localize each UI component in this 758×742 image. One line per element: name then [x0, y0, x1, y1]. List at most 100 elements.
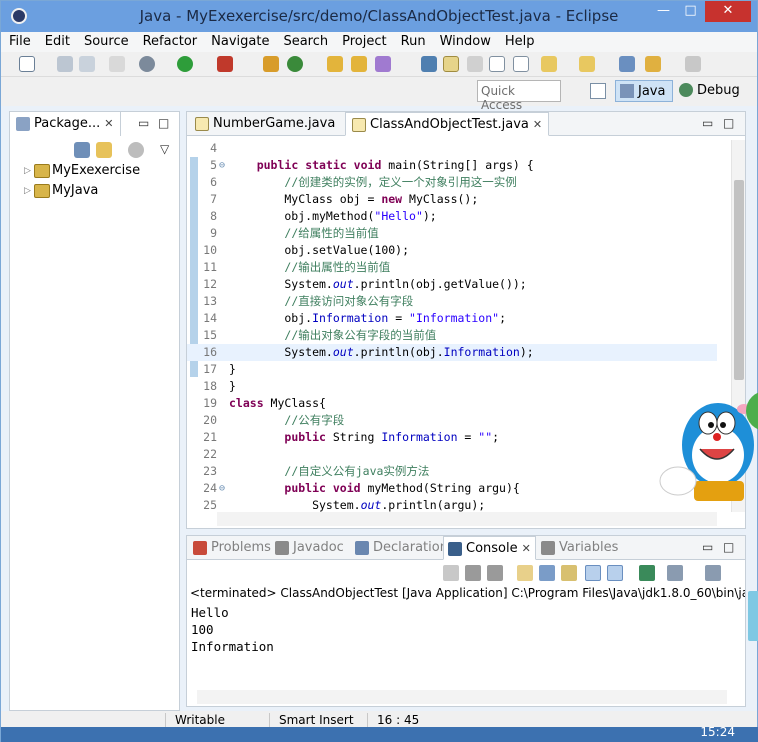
title-bar[interactable]: Java - MyExexercise/src/demo/ClassAndObj… [1, 1, 757, 32]
save-all-icon[interactable] [79, 56, 95, 72]
display-console-icon[interactable] [667, 565, 683, 581]
minimize-button[interactable]: — [650, 1, 677, 22]
debug-icon[interactable] [139, 56, 155, 72]
code-line[interactable]: 8 obj.myMethod("Hello"); [187, 208, 717, 225]
external-tools-icon[interactable] [217, 56, 233, 72]
tree-item-project[interactable]: ▷ MyExexercise [24, 162, 140, 182]
view-menu-icon[interactable]: ▽ [160, 142, 169, 156]
code-line[interactable]: 9 //给属性的当前值 [187, 225, 717, 242]
code-line[interactable]: 25 System.out.println(argu); [187, 497, 717, 512]
code-line[interactable]: 13 //直接访问对象公有字段 [187, 293, 717, 310]
package-explorer-tab[interactable]: Package... ✕ [10, 112, 121, 136]
code-line[interactable]: 16 System.out.println(obj.Information); [187, 344, 717, 361]
remove-launch-icon[interactable] [465, 565, 481, 581]
new-java-package-icon[interactable] [263, 56, 279, 72]
code-line[interactable]: 22 [187, 446, 717, 463]
open-type-icon[interactable] [327, 56, 343, 72]
code-line[interactable]: 17} [187, 361, 717, 378]
code-line[interactable]: 5 ⊖ public static void main(String[] args… [187, 157, 717, 174]
code-line[interactable]: 19 class MyClass{ [187, 395, 717, 412]
menu-refactor[interactable]: Refactor [135, 32, 204, 49]
code-line[interactable]: 18} [187, 378, 717, 395]
open-task-icon[interactable] [351, 56, 367, 72]
scroll-thumb[interactable] [734, 180, 744, 380]
code-line[interactable]: 15 //输出对象公有字段的当前值 [187, 327, 717, 344]
close-tab-icon[interactable]: ✕ [522, 542, 531, 555]
toggle-mark-occurrences-icon[interactable] [421, 56, 437, 72]
menu-file[interactable]: File [1, 32, 37, 49]
tab-variables[interactable]: Variables [537, 536, 622, 560]
next-annotation-icon[interactable] [541, 56, 557, 72]
last-edit-icon[interactable] [619, 56, 635, 72]
back-icon[interactable] [645, 56, 661, 72]
menu-source[interactable]: Source [76, 32, 135, 49]
filter-icon[interactable] [128, 142, 144, 158]
open-console-icon[interactable] [705, 565, 721, 581]
block-selection-icon[interactable] [467, 56, 483, 72]
code-line[interactable]: 21 public String Information = ""; [187, 429, 717, 446]
menu-search[interactable]: Search [275, 32, 334, 49]
quick-access-input[interactable]: Quick Access [477, 80, 561, 112]
code-line[interactable]: 23 //自定义公有java实例方法 [187, 463, 717, 480]
code-line[interactable]: 6 //创建类的实例，定义一个对象引用这一实例 [187, 174, 717, 191]
remove-all-launches-icon[interactable] [487, 565, 503, 581]
show-console-stderr-icon[interactable] [607, 565, 623, 581]
close-button[interactable]: ✕ [705, 1, 751, 22]
maximize-editor-icon[interactable]: □ [723, 116, 734, 130]
tab-problems[interactable]: Problems [189, 536, 275, 560]
editor-tab[interactable]: NumberGame.java [189, 112, 341, 136]
clear-console-icon[interactable] [517, 565, 533, 581]
code-line[interactable]: 7 MyClass obj = new MyClass(); [187, 191, 717, 208]
search-icon[interactable] [375, 56, 391, 72]
tab-declaration[interactable]: Declaration [351, 536, 452, 560]
prev-annotation-icon[interactable] [579, 56, 595, 72]
show-source-icon[interactable] [513, 56, 529, 72]
minimize-view-icon[interactable]: ▭ [702, 540, 713, 554]
debug-perspective-button[interactable]: Debug [675, 80, 745, 102]
forward-icon[interactable] [685, 56, 701, 72]
close-tab-icon[interactable]: ✕ [533, 118, 542, 131]
editor-tab[interactable]: ClassAndObjectTest.java ✕ [345, 112, 550, 136]
menu-edit[interactable]: Edit [37, 32, 76, 49]
collapse-all-icon[interactable] [74, 142, 90, 158]
menu-project[interactable]: Project [334, 32, 392, 49]
close-tab-icon[interactable]: ✕ [104, 117, 113, 130]
minimize-editor-icon[interactable]: ▭ [702, 116, 713, 130]
fold-toggle-icon[interactable]: ⊖ [219, 480, 225, 497]
horizontal-scrollbar[interactable] [217, 512, 717, 526]
show-whitespace-icon[interactable] [489, 56, 505, 72]
terminate-icon[interactable] [443, 565, 459, 581]
code-line[interactable]: 4 [187, 140, 717, 157]
new-icon[interactable] [19, 56, 35, 72]
open-perspective-icon[interactable] [590, 83, 606, 99]
save-icon[interactable] [57, 56, 73, 72]
code-line[interactable]: 24 ⊖ public void myMethod(String argu){ [187, 480, 717, 497]
console-horizontal-scrollbar[interactable] [197, 690, 727, 704]
new-class-icon[interactable] [287, 56, 303, 72]
tab-console[interactable]: Console ✕ [443, 536, 536, 560]
expand-arrow-icon[interactable]: ▷ [24, 162, 31, 180]
tree-item-project[interactable]: ▷ MyJava [24, 182, 98, 202]
show-console-stdout-icon[interactable] [585, 565, 601, 581]
code-line[interactable]: 14 obj.Information = "Information"; [187, 310, 717, 327]
link-with-editor-icon[interactable] [96, 142, 112, 158]
pin-console-icon[interactable] [639, 565, 655, 581]
code-line[interactable]: 12 System.out.println(obj.getValue()); [187, 276, 717, 293]
scroll-lock-icon[interactable] [539, 565, 555, 581]
maximize-button[interactable]: □ [677, 1, 704, 22]
maximize-view-icon[interactable]: □ [723, 540, 734, 554]
code-line[interactable]: 20 //公有字段 [187, 412, 717, 429]
highlight-icon[interactable] [443, 56, 459, 72]
menu-run[interactable]: Run [393, 32, 432, 49]
minimize-view-icon[interactable]: ▭ [138, 116, 149, 130]
java-perspective-button[interactable]: Java [615, 80, 673, 102]
tab-javadoc[interactable]: Javadoc [271, 536, 348, 560]
run-icon[interactable] [177, 56, 193, 72]
code-line[interactable]: 11 //输出属性的当前值 [187, 259, 717, 276]
menu-navigate[interactable]: Navigate [203, 32, 275, 49]
word-wrap-icon[interactable] [561, 565, 577, 581]
code-area[interactable]: 4 5 ⊖ public static void main(String[] arg… [187, 140, 717, 512]
console-output[interactable]: Hello 100 Information [191, 604, 274, 655]
maximize-view-icon[interactable]: □ [158, 116, 169, 130]
menu-help[interactable]: Help [497, 32, 541, 49]
